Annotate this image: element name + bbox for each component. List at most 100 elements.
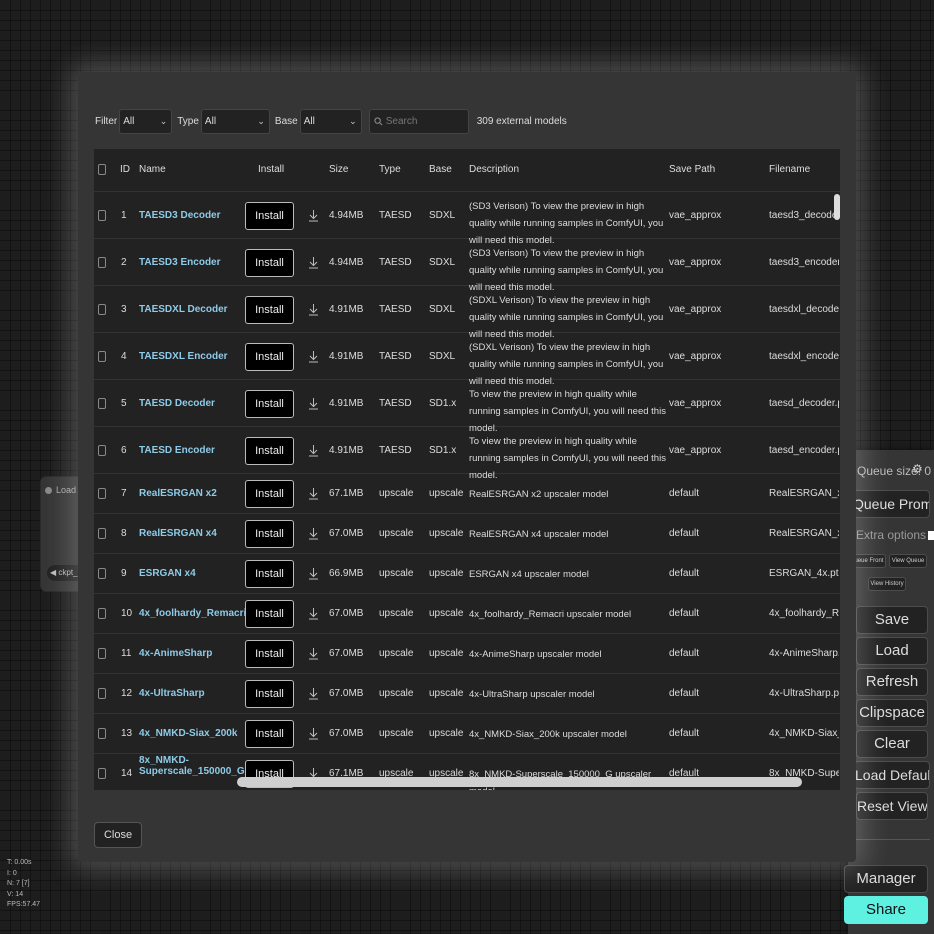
model-name-link[interactable]: 4x_foolhardy_Remacri — [139, 608, 246, 619]
download-icon[interactable] — [308, 209, 319, 222]
row-checkbox[interactable] — [98, 768, 106, 779]
row-checkbox[interactable] — [98, 444, 106, 456]
download-icon[interactable] — [308, 444, 319, 457]
install-button[interactable]: Install — [245, 600, 294, 628]
column-name[interactable]: Name — [139, 164, 166, 175]
install-button[interactable]: Install — [245, 720, 294, 748]
view-queue-button[interactable]: View Queue — [889, 554, 927, 568]
share-button[interactable]: Share — [844, 896, 928, 924]
download-icon[interactable] — [308, 567, 319, 580]
row-size: 4.91MB — [329, 444, 364, 456]
row-checkbox[interactable] — [98, 608, 106, 619]
row-id: 10 — [121, 608, 133, 619]
column-save-path[interactable]: Save Path — [669, 164, 715, 175]
column-size[interactable]: Size — [329, 164, 348, 175]
install-button[interactable]: Install — [245, 436, 294, 465]
row-base: SD1.x — [429, 397, 457, 409]
row-checkbox[interactable] — [98, 728, 106, 739]
queue-front-button[interactable]: ueue Front — [852, 554, 886, 568]
install-button[interactable]: Install — [245, 680, 294, 708]
column-install[interactable]: Install — [258, 164, 284, 175]
download-icon[interactable] — [308, 607, 319, 620]
row-checkbox[interactable] — [98, 397, 106, 409]
model-name-link[interactable]: 4x-AnimeSharp — [139, 648, 212, 659]
row-id: 7 — [121, 488, 127, 499]
row-checkbox[interactable] — [98, 209, 106, 221]
install-button[interactable]: Install — [245, 640, 294, 668]
node-collapse-dot[interactable] — [45, 487, 52, 495]
row-checkbox[interactable] — [98, 488, 106, 499]
install-button[interactable]: Install — [245, 295, 294, 324]
search-input[interactable] — [385, 115, 464, 127]
extra-options-checkbox[interactable] — [928, 531, 934, 541]
gear-icon[interactable]: ⚙ — [912, 462, 923, 476]
column-filename[interactable]: Filename — [769, 164, 810, 175]
row-checkbox[interactable] — [98, 256, 106, 268]
install-button[interactable]: Install — [245, 248, 294, 277]
model-manager-dialog: Filter All ⌄ Type All ⌄ Base All ⌄ 309 exte… — [78, 72, 856, 862]
download-icon[interactable] — [308, 527, 319, 540]
model-name-link[interactable]: ESRGAN x4 — [139, 568, 196, 579]
install-button[interactable]: Install — [245, 342, 294, 371]
column-description[interactable]: Description — [469, 164, 519, 175]
row-checkbox[interactable] — [98, 350, 106, 362]
extra-options-toggle[interactable]: Extra options — [856, 528, 934, 542]
row-checkbox[interactable] — [98, 303, 106, 315]
model-name-link[interactable]: TAESDXL Decoder — [139, 304, 228, 315]
download-icon[interactable] — [308, 687, 319, 700]
select-all-checkbox[interactable] — [98, 164, 106, 175]
load-button[interactable]: Load — [856, 637, 928, 665]
model-name-link[interactable]: RealESRGAN x4 — [139, 528, 217, 539]
install-button[interactable]: Install — [245, 520, 294, 548]
queue-prompt-button[interactable]: Queue Prompt — [852, 490, 930, 518]
model-name-link[interactable]: TAESD3 Decoder — [139, 210, 221, 221]
install-button[interactable]: Install — [245, 201, 294, 230]
model-name-link[interactable]: 4x_NMKD-Siax_200k — [139, 728, 237, 739]
vertical-scrollbar[interactable] — [834, 194, 840, 220]
install-button[interactable]: Install — [245, 480, 294, 508]
clear-button[interactable]: Clear — [856, 730, 928, 758]
download-icon[interactable] — [308, 350, 319, 363]
row-checkbox[interactable] — [98, 688, 106, 699]
row-size: 4.91MB — [329, 303, 364, 315]
row-checkbox[interactable] — [98, 528, 106, 539]
load-default-button[interactable]: Load Default — [854, 761, 930, 789]
model-name-link[interactable]: TAESD3 Encoder — [139, 257, 221, 268]
download-icon[interactable] — [308, 487, 319, 500]
clipspace-button[interactable]: Clipspace — [856, 699, 928, 727]
column-type[interactable]: Type — [379, 164, 401, 175]
column-id[interactable]: ID — [120, 164, 130, 175]
reset-view-button[interactable]: Reset View — [856, 792, 928, 820]
model-name-link[interactable]: TAESD Encoder — [139, 445, 215, 456]
save-button[interactable]: Save — [856, 606, 928, 634]
download-icon[interactable] — [308, 727, 319, 740]
row-filename: 4x_foolhardy_Remacri.pth — [769, 608, 839, 619]
view-history-button[interactable]: View History — [868, 577, 906, 591]
base-select[interactable]: All ⌄ — [299, 108, 362, 134]
models-table: ID Name Install Size Type Base Descripti… — [94, 149, 840, 790]
download-icon[interactable] — [308, 647, 319, 660]
horizontal-scrollbar[interactable] — [237, 777, 802, 787]
table-row: 9 ESRGAN x4 Install 66.9MB upscale upscale ESR… — [94, 554, 840, 594]
close-button[interactable]: Close — [94, 822, 142, 848]
download-icon[interactable] — [308, 256, 319, 269]
install-button[interactable]: Install — [245, 389, 294, 418]
row-base: SDXL — [429, 303, 456, 315]
row-checkbox[interactable] — [98, 648, 106, 659]
row-id: 3 — [121, 303, 127, 315]
filter-select[interactable]: All ⌄ — [119, 108, 173, 134]
row-checkbox[interactable] — [98, 568, 106, 579]
type-select[interactable]: All ⌄ — [200, 108, 270, 134]
column-base[interactable]: Base — [429, 164, 452, 175]
download-icon[interactable] — [308, 397, 319, 410]
manager-button[interactable]: Manager — [844, 865, 928, 893]
model-name-link[interactable]: TAESD Decoder — [139, 398, 215, 409]
model-name-link[interactable]: 8x_NMKD-Superscale_150000_G — [139, 755, 245, 777]
model-name-link[interactable]: RealESRGAN x2 — [139, 488, 217, 499]
search-box[interactable] — [368, 108, 469, 134]
download-icon[interactable] — [308, 303, 319, 316]
install-button[interactable]: Install — [245, 560, 294, 588]
model-name-link[interactable]: TAESDXL Encoder — [139, 351, 228, 362]
refresh-button[interactable]: Refresh — [856, 668, 928, 696]
model-name-link[interactable]: 4x-UltraSharp — [139, 688, 205, 699]
